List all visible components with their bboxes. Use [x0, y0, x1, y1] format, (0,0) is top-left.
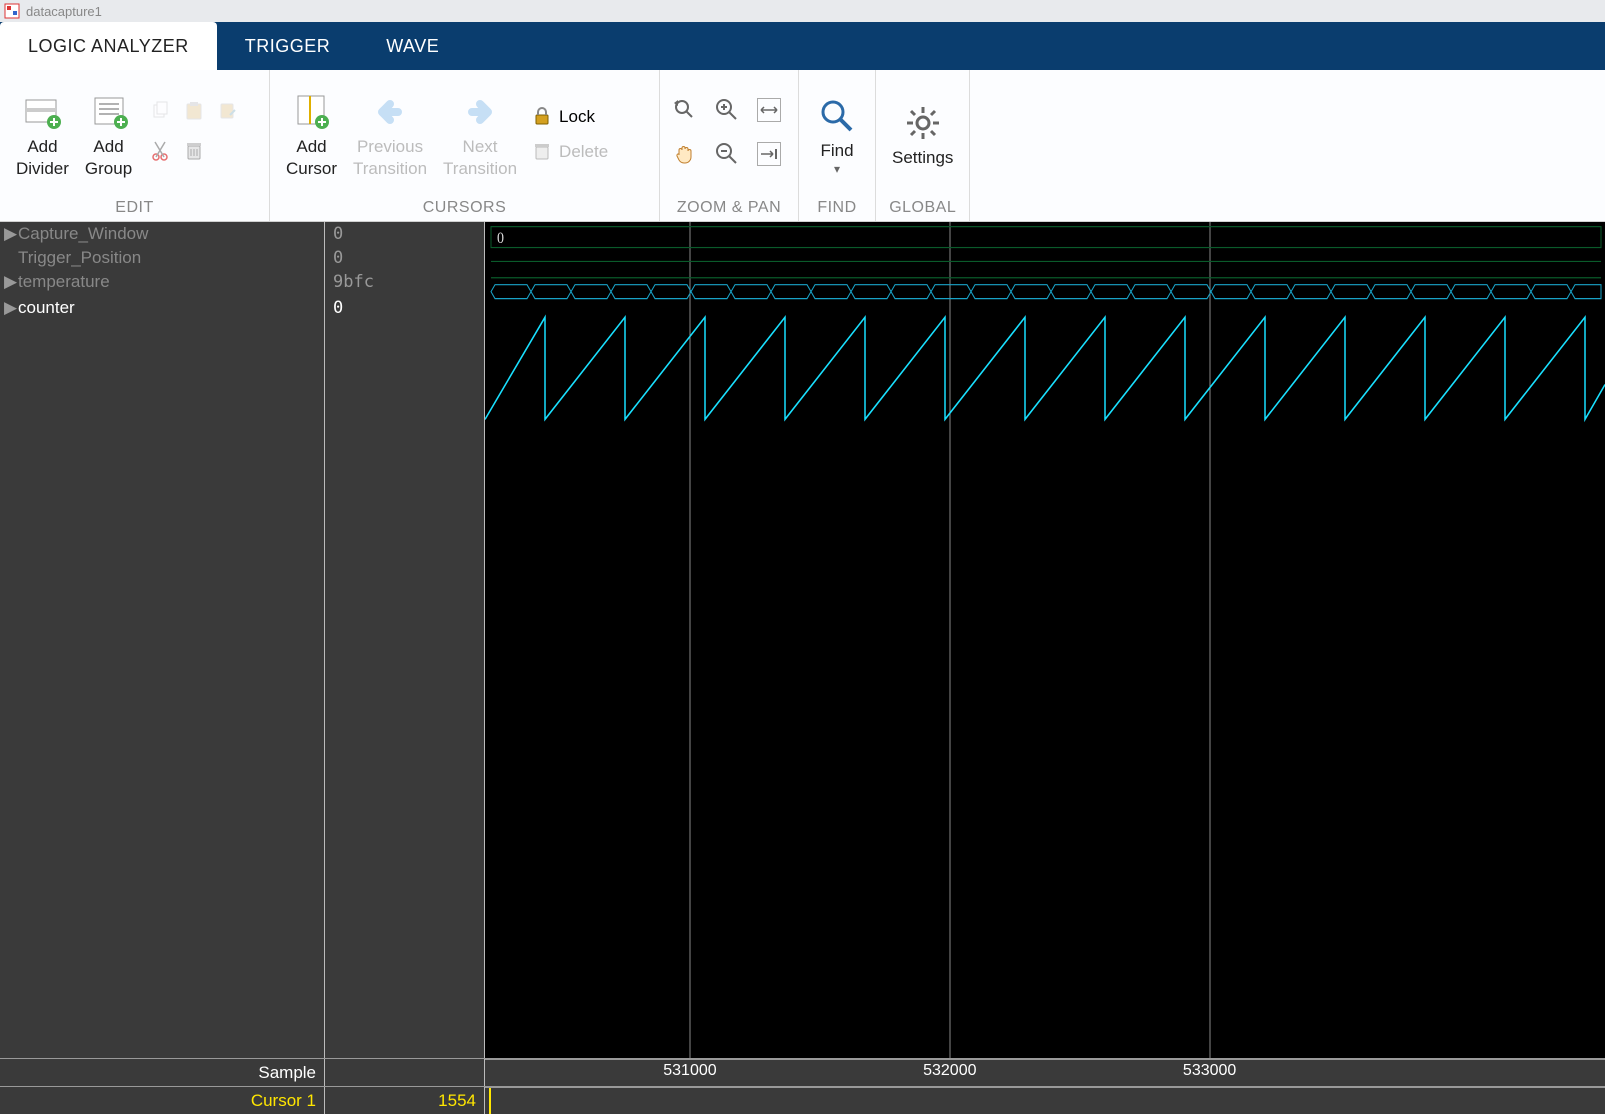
add-divider-label: Add Divider	[16, 136, 69, 180]
svg-text:0: 0	[497, 229, 504, 247]
signal-names-column: ▶Capture_Window Trigger_Position ▶temper…	[0, 222, 325, 1058]
magnifier-icon	[815, 94, 859, 138]
paste-icon	[180, 97, 208, 125]
add-group-icon	[87, 90, 131, 134]
workspace: ▶Capture_Window Trigger_Position ▶temper…	[0, 222, 1605, 1114]
value-capture-window: 0	[325, 222, 484, 246]
expand-icon[interactable]: ▶	[4, 272, 18, 292]
sample-row: Sample 531000 532000 533000	[0, 1058, 1605, 1086]
value-temperature: 9bfc	[325, 270, 484, 294]
zoom-in-icon[interactable]	[710, 93, 744, 127]
cursor-value: 1554	[325, 1087, 485, 1114]
chevron-down-icon: ▾	[834, 162, 840, 176]
ribbon-group-zoom-pan: ZOOM & PAN	[660, 70, 799, 221]
signal-area: ▶Capture_Window Trigger_Position ▶temper…	[0, 222, 1605, 1058]
ribbon-group-global-label: GLOBAL	[876, 199, 969, 221]
trash-icon	[531, 140, 553, 165]
ribbon: Add Divider Add Group EDIT	[0, 70, 1605, 222]
signal-row-trigger-position[interactable]: Trigger_Position	[0, 246, 324, 270]
signal-row-temperature[interactable]: ▶temperature	[0, 270, 324, 294]
ribbon-group-find-label: FIND	[799, 199, 875, 221]
tab-logic-analyzer[interactable]: LOGIC ANALYZER	[0, 22, 217, 70]
signal-values-column: 0 0 9bfc 0	[325, 222, 485, 1058]
zoom-out-icon[interactable]	[710, 137, 744, 171]
axis-tick-2: 533000	[1183, 1062, 1236, 1080]
expand-icon[interactable]: ▶	[4, 224, 18, 244]
delete-button[interactable]: Delete	[525, 138, 614, 167]
ribbon-group-zoom-pan-label: ZOOM & PAN	[660, 199, 798, 221]
value-counter: 0	[325, 294, 484, 384]
zoom-cursor-icon[interactable]	[668, 93, 702, 127]
sample-value	[325, 1059, 485, 1086]
previous-transition-button: Previous Transition	[345, 86, 435, 184]
gear-icon	[901, 101, 945, 145]
pan-hand-icon[interactable]	[668, 137, 702, 171]
arrow-right-icon	[458, 90, 502, 134]
find-button[interactable]: Find ▾	[807, 90, 867, 180]
ribbon-spacer	[970, 70, 1605, 221]
lock-label: Lock	[559, 107, 595, 127]
axis-tick-0: 531000	[663, 1062, 716, 1080]
fit-to-end-icon[interactable]	[752, 137, 786, 171]
cursor-row: Cursor 1 1554	[0, 1086, 1605, 1114]
paste-link-icon	[214, 97, 242, 125]
delete-label: Delete	[559, 142, 608, 162]
add-group-button[interactable]: Add Group	[77, 86, 140, 184]
lock-icon	[531, 105, 553, 130]
find-label: Find	[820, 140, 853, 162]
tab-bar: LOGIC ANALYZER TRIGGER WAVE	[0, 22, 1605, 70]
ribbon-group-cursors-label: CURSORS	[270, 199, 659, 221]
ribbon-group-edit: Add Divider Add Group EDIT	[0, 70, 270, 221]
add-cursor-icon	[290, 90, 334, 134]
delete-trash-icon[interactable]	[180, 137, 208, 165]
next-transition-label: Next Transition	[443, 136, 517, 180]
next-transition-button: Next Transition	[435, 86, 525, 184]
cursor-track[interactable]	[485, 1087, 1605, 1114]
settings-button[interactable]: Settings	[884, 97, 961, 173]
fit-horizontal-icon[interactable]	[752, 93, 786, 127]
axis-tick-1: 532000	[923, 1062, 976, 1080]
ribbon-group-find: Find ▾ FIND	[799, 70, 876, 221]
time-axis[interactable]: 531000 532000 533000	[485, 1059, 1605, 1086]
bottom-rows: Sample 531000 532000 533000 Cursor 1 155…	[0, 1058, 1605, 1114]
signal-row-counter[interactable]: ▶counter	[0, 294, 324, 384]
cut-icon[interactable]	[146, 137, 174, 165]
add-group-label: Add Group	[85, 136, 132, 180]
waveform-canvas: 0	[485, 222, 1605, 1058]
waveform-area[interactable]: 0	[485, 222, 1605, 1058]
value-trigger-position: 0	[325, 246, 484, 270]
sample-label: Sample	[0, 1059, 325, 1086]
previous-transition-label: Previous Transition	[353, 136, 427, 180]
app-icon	[4, 3, 20, 19]
expand-icon[interactable]: ▶	[4, 298, 18, 318]
window-title: datacapture1	[26, 4, 102, 19]
add-cursor-label: Add Cursor	[286, 136, 337, 180]
settings-label: Settings	[892, 147, 953, 169]
arrow-left-icon	[368, 90, 412, 134]
tab-trigger[interactable]: TRIGGER	[217, 22, 359, 70]
lock-button[interactable]: Lock	[525, 103, 614, 132]
tab-wave[interactable]: WAVE	[358, 22, 467, 70]
titlebar: datacapture1	[0, 0, 1605, 22]
add-cursor-button[interactable]: Add Cursor	[278, 86, 345, 184]
add-divider-button[interactable]: Add Divider	[8, 86, 77, 184]
copy-icon	[146, 97, 174, 125]
add-divider-icon	[20, 90, 64, 134]
ribbon-group-global: Settings GLOBAL	[876, 70, 970, 221]
ribbon-group-cursors: Add Cursor Previous Transition Next Tran…	[270, 70, 660, 221]
ribbon-group-edit-label: EDIT	[0, 199, 269, 221]
cursor-label: Cursor 1	[0, 1087, 325, 1114]
signal-row-capture-window[interactable]: ▶Capture_Window	[0, 222, 324, 246]
cursor-handle[interactable]	[489, 1088, 491, 1114]
